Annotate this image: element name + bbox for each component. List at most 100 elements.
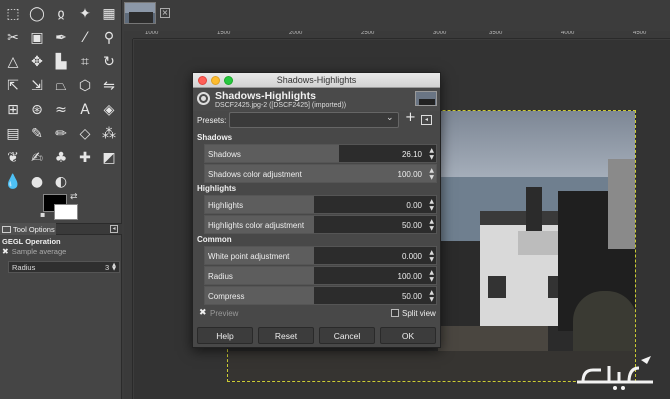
ruler-label: 1500 — [217, 31, 231, 36]
slider-label: Highlights — [208, 201, 244, 210]
blur-sharpen-tool-icon[interactable]: ● — [27, 172, 47, 192]
radius-spinner[interactable]: Radius 3 ▲ ▼ — [8, 261, 120, 273]
section-shadows: Shadows — [197, 133, 233, 142]
paintbrush-tool-icon[interactable]: ✎ — [27, 124, 47, 144]
preview-checkbox[interactable]: ✖ — [199, 308, 207, 318]
spin-arrows-icon[interactable]: ▲ ▼ — [429, 249, 434, 263]
presets-dropdown[interactable] — [229, 112, 399, 128]
ruler-corner — [124, 31, 133, 39]
spin-arrows-icon[interactable]: ▲ ▼ — [429, 167, 434, 181]
warp-transform-tool-icon[interactable]: ⊛ — [27, 100, 47, 120]
image-thumbnail-tab[interactable] — [124, 2, 156, 24]
spin-arrows-icon[interactable]: ▲ ▼ — [429, 218, 434, 232]
gradient-tool-icon[interactable]: ▤ — [3, 124, 23, 144]
fuzzy-select-tool-icon[interactable]: ✦ — [75, 4, 95, 24]
cancel-button[interactable]: Cancel — [319, 327, 375, 344]
spin-arrows-icon[interactable]: ▲ ▼ — [429, 269, 434, 283]
zoom-tool-icon[interactable]: ⚲ — [99, 28, 119, 48]
ok-button[interactable]: OK — [380, 327, 436, 344]
horizontal-ruler[interactable]: 1000 1500 2000 2500 3000 3500 4000 4500 — [133, 31, 670, 39]
ruler-label: 3500 — [489, 31, 503, 36]
chevron-down-icon[interactable]: ⌄ — [386, 113, 394, 123]
slider-label: Shadows — [208, 150, 241, 159]
handle-transform-tool-icon[interactable]: ≈ — [51, 100, 71, 120]
slider-value: 50.00 — [401, 292, 422, 301]
dodge-burn-tool-icon[interactable]: ◐ — [51, 172, 71, 192]
spin-arrows-icon[interactable]: ▲ ▼ — [429, 289, 434, 303]
shadows-highlights-dialog: Shadows-Highlights Shadows-Highlights DS… — [192, 72, 441, 348]
ruler-label: 1000 — [145, 31, 159, 36]
select-by-color-tool-icon[interactable]: ▦ — [99, 4, 119, 24]
ruler-label: 4500 — [633, 31, 647, 36]
smudge-tool-icon[interactable]: 💧 — [3, 172, 23, 192]
slider-white-point-adjustment[interactable]: White point adjustment 0.000 ▲ ▼ — [204, 246, 437, 265]
shear-tool-icon[interactable]: ⇲ — [27, 76, 47, 96]
mypaint-brush-tool-icon[interactable]: ❦ — [3, 148, 23, 168]
align-tool-icon[interactable]: ▙ — [51, 52, 71, 72]
scale-tool-icon[interactable]: ⇱ — [3, 76, 23, 96]
scissors-select-tool-icon[interactable]: ✂ — [3, 28, 23, 48]
section-highlights: Highlights — [197, 184, 237, 193]
window-titlebar[interactable]: Shadows-Highlights — [193, 73, 440, 88]
help-button[interactable]: Help — [197, 327, 253, 344]
slider-radius[interactable]: Radius 100.00 ▲ ▼ — [204, 266, 437, 285]
text-tool-icon[interactable]: A — [75, 100, 95, 120]
ellipse-select-tool-icon[interactable]: ◯ — [27, 4, 47, 24]
eraser-tool-icon[interactable]: ◇ — [75, 124, 95, 144]
ruler-label: 2500 — [361, 31, 375, 36]
slider-shadows-color-adjustment[interactable]: Shadows color adjustment 100.00 ▲ ▼ — [204, 164, 437, 183]
paths-tool-icon[interactable]: ✒ — [51, 28, 71, 48]
slider-label: Compress — [208, 292, 245, 301]
gegl-operation-icon — [197, 92, 210, 105]
site-watermark-logo — [577, 356, 653, 390]
color-picker-tool-icon[interactable]: ⁄ — [75, 28, 95, 48]
tab-menu-icon[interactable]: ◂ — [110, 225, 118, 233]
rect-select-tool-icon[interactable]: ⬚ — [3, 4, 23, 24]
rotate-tool-icon[interactable]: ↻ — [99, 52, 119, 72]
slider-highlights[interactable]: Highlights 0.00 ▲ ▼ — [204, 195, 437, 214]
split-view-label: Split view — [402, 309, 436, 318]
spin-arrows-icon[interactable]: ▲ ▼ — [429, 147, 434, 161]
bucket-fill-tool-icon[interactable]: ◈ — [99, 100, 119, 120]
clone-tool-icon[interactable]: ♣ — [51, 148, 71, 168]
slider-value: 100.00 — [397, 170, 422, 179]
slider-value: 0.000 — [401, 252, 422, 261]
radius-label: Radius — [12, 262, 36, 272]
slider-compress[interactable]: Compress 50.00 ▲ ▼ — [204, 286, 437, 305]
slider-shadows[interactable]: Shadows 26.10 ▲ ▼ — [204, 144, 437, 163]
spin-arrows-icon[interactable]: ▲ ▼ — [112, 263, 116, 272]
free-select-tool-icon[interactable]: ჲ — [51, 4, 71, 24]
slider-value: 100.00 — [397, 272, 422, 281]
checkbox-checked-icon: ✖ — [2, 247, 9, 256]
spin-arrows-icon[interactable]: ▲ ▼ — [429, 198, 434, 212]
section-common: Common — [197, 235, 232, 244]
pencil-tool-icon[interactable]: ✏ — [51, 124, 71, 144]
split-view-checkbox[interactable] — [391, 309, 399, 317]
airbrush-tool-icon[interactable]: ⁂ — [99, 124, 119, 144]
slider-highlights-color-adjustment[interactable]: Highlights color adjustment 50.00 ▲ ▼ — [204, 215, 437, 234]
ruler-label: 4000 — [561, 31, 575, 36]
perspective-clone-tool-icon[interactable]: ◩ — [99, 148, 119, 168]
measure-tool-icon[interactable]: △ — [3, 52, 23, 72]
vertical-ruler[interactable] — [124, 39, 133, 399]
background-color-swatch[interactable] — [54, 204, 78, 220]
perspective-tool-icon[interactable]: ⏢ — [51, 76, 71, 96]
foreground-select-tool-icon[interactable]: ▣ — [27, 28, 47, 48]
tab-tool-options[interactable]: Tool Options — [0, 223, 56, 235]
add-preset-icon[interactable]: + — [405, 111, 416, 125]
reset-colors-icon[interactable]: ▪ — [40, 210, 45, 219]
dialog-heading: Shadows-Highlights — [215, 90, 316, 102]
heal-tool-icon[interactable]: ✚ — [75, 148, 95, 168]
ruler-label: 2000 — [289, 31, 303, 36]
preset-menu-icon[interactable]: ◂ — [421, 115, 432, 125]
swap-colors-icon[interactable]: ⇄ — [70, 192, 78, 202]
close-image-tab-icon[interactable]: × — [160, 8, 170, 18]
cage-transform-tool-icon[interactable]: ⊞ — [3, 100, 23, 120]
crop-tool-icon[interactable]: ⌗ — [75, 52, 95, 72]
reset-button[interactable]: Reset — [258, 327, 314, 344]
sample-average-checkbox[interactable]: ✖ Sample average — [2, 247, 66, 256]
move-tool-icon[interactable]: ✥ — [27, 52, 47, 72]
ink-tool-icon[interactable]: ✍ — [27, 148, 47, 168]
flip-tool-icon[interactable]: ⇋ — [99, 76, 119, 96]
3d-transform-tool-icon[interactable]: ⬡ — [75, 76, 95, 96]
